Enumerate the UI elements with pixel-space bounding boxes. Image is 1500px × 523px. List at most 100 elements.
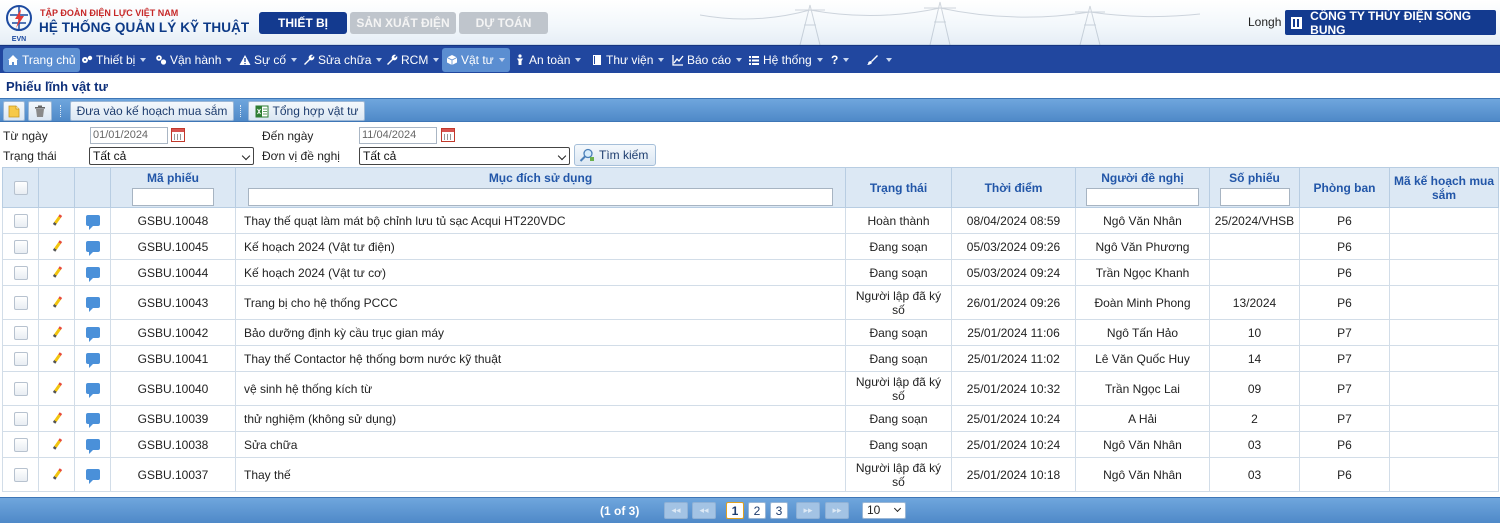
last-page-button[interactable]: ▸▸	[825, 502, 849, 519]
requester-column-label: Người đề nghị	[1101, 171, 1184, 185]
number-cell: 14	[1209, 345, 1300, 372]
comment-icon[interactable]	[85, 215, 100, 230]
pencil-icon[interactable]	[51, 267, 63, 279]
evn-logo-icon: EVN	[6, 5, 32, 43]
menu-thu-vien[interactable]: Thư viện	[587, 48, 668, 72]
table-row[interactable]: GSBU.10039 thử nghiệm (không sử dụng) Đang…	[2, 405, 1499, 432]
calendar-icon[interactable]	[171, 128, 185, 142]
pencil-icon[interactable]	[51, 439, 63, 451]
dept-column-header[interactable]: Phòng ban	[1299, 167, 1390, 208]
chevron-down-icon	[886, 58, 892, 62]
table-row[interactable]: GSBU.10037 Thay thế Người lập đã ký số 25/0…	[2, 457, 1499, 492]
menu-bao-cao[interactable]: Báo cáo	[668, 48, 746, 72]
menu-he-thong[interactable]: Hệ thống	[744, 48, 827, 72]
next-page-button[interactable]: ▸▸	[796, 502, 820, 519]
requester-cell: Lê Văn Quốc Huy	[1075, 345, 1210, 372]
row-checkbox[interactable]	[13, 265, 28, 280]
pencil-icon[interactable]	[51, 469, 63, 481]
table-row[interactable]: GSBU.10042 Bảo dưỡng định kỳ cầu trục gia…	[2, 319, 1499, 346]
table-row[interactable]: GSBU.10038 Sửa chữa Đang soạn 25/01/2024 10…	[2, 431, 1499, 458]
row-edit-cell	[38, 233, 75, 260]
company-selector[interactable]: CÔNG TY THỦY ĐIỆN SÔNG BUNG	[1285, 9, 1496, 37]
material-summary-button[interactable]: Tổng hợp vật tư	[248, 101, 365, 121]
comment-icon[interactable]	[85, 413, 100, 428]
menu-an-toan[interactable]: An toàn	[510, 48, 585, 72]
table-row[interactable]: GSBU.10048 Thay thế quạt làm mát bộ chỉnh…	[2, 207, 1499, 234]
pencil-icon[interactable]	[51, 353, 63, 365]
pencil-icon[interactable]	[51, 383, 63, 395]
comment-icon[interactable]	[85, 327, 100, 342]
search-button[interactable]: Tìm kiếm	[574, 144, 656, 166]
menu-theme[interactable]	[862, 48, 896, 72]
table-row[interactable]: GSBU.10044 Kế hoạch 2024 (Vật tư cơ) Đang …	[2, 259, 1499, 286]
first-page-button[interactable]: ◂◂	[664, 502, 688, 519]
prev-page-button[interactable]: ◂◂	[692, 502, 716, 519]
request-unit-select[interactable]: Tất cả	[359, 147, 570, 165]
row-checkbox[interactable]	[13, 325, 28, 340]
menu-vat-tu[interactable]: Vật tư	[442, 48, 510, 72]
toolbar-separator	[60, 105, 62, 117]
action-toolbar: Đưa vào kế hoạch mua sắm Tổng hợp vật tư	[0, 98, 1500, 122]
menu-rcm[interactable]: RCM	[382, 48, 443, 72]
table-row[interactable]: GSBU.10045 Kế hoạch 2024 (Vật tư điện) Đan…	[2, 233, 1499, 260]
tab-du-toan[interactable]: DỰ TOÁN	[459, 12, 548, 34]
purchase-plan-button[interactable]: Đưa vào kế hoạch mua sắm	[70, 101, 234, 121]
page-size-select[interactable]: 10	[862, 502, 906, 519]
table-row[interactable]: GSBU.10040 vệ sinh hệ thống kích từ Người …	[2, 371, 1499, 406]
page-3-button[interactable]: 3	[770, 502, 788, 519]
menu-sua-chua[interactable]: Sửa chữa	[299, 48, 386, 72]
row-checkbox[interactable]	[13, 213, 28, 228]
code-cell: GSBU.10040	[110, 371, 236, 406]
dept-cell: P6	[1299, 259, 1390, 286]
select-all-checkbox[interactable]	[13, 180, 28, 195]
from-date-input[interactable]: 01/01/2024	[90, 127, 168, 144]
pencil-icon[interactable]	[51, 413, 63, 425]
comment-icon[interactable]	[85, 439, 100, 454]
purpose-filter-input[interactable]	[248, 188, 833, 206]
to-date-input[interactable]: 11/04/2024	[359, 127, 437, 144]
table-row[interactable]: GSBU.10041 Thay thế Contactor hệ thống bơ…	[2, 345, 1499, 372]
row-checkbox[interactable]	[13, 437, 28, 452]
row-checkbox[interactable]	[13, 351, 28, 366]
number-cell: 03	[1209, 457, 1300, 492]
code-filter-input[interactable]	[132, 188, 214, 206]
status-select[interactable]: Tất cả	[89, 147, 254, 165]
comment-icon[interactable]	[85, 383, 100, 398]
user-name[interactable]: Longh	[1248, 15, 1281, 29]
number-column-header: Số phiếu	[1209, 167, 1300, 208]
delete-button[interactable]	[28, 101, 52, 121]
row-checkbox[interactable]	[13, 467, 28, 482]
pencil-icon[interactable]	[51, 327, 63, 339]
number-cell: 03	[1209, 431, 1300, 458]
row-checkbox[interactable]	[13, 239, 28, 254]
menu-help[interactable]: ?	[827, 48, 853, 72]
page-2-button[interactable]: 2	[748, 502, 766, 519]
menu-su-co[interactable]: Sự cố	[235, 48, 301, 72]
pencil-icon[interactable]	[51, 241, 63, 253]
comment-icon[interactable]	[85, 353, 100, 368]
tab-san-xuat-dien[interactable]: SẢN XUẤT ĐIỆN	[350, 12, 456, 34]
code-column-label: Mã phiếu	[146, 171, 199, 185]
plan-column-header[interactable]: Mã kế hoạch mua sắm	[1389, 167, 1499, 208]
status-column-header[interactable]: Trạng thái	[845, 167, 952, 208]
comment-icon[interactable]	[85, 241, 100, 256]
page-1-button[interactable]: 1	[726, 502, 744, 519]
comment-icon[interactable]	[85, 267, 100, 282]
menu-thiet-bi[interactable]: Thiết bị	[77, 48, 150, 72]
menu-trang-chu[interactable]: Trang chủ	[3, 48, 80, 72]
row-checkbox[interactable]	[13, 295, 28, 310]
new-button[interactable]	[3, 101, 25, 121]
table-row[interactable]: GSBU.10043 Trang bị cho hệ thống PCCC Ngườ…	[2, 285, 1499, 320]
tab-thiet-bi[interactable]: THIẾT BỊ	[259, 12, 347, 34]
row-checkbox[interactable]	[13, 411, 28, 426]
row-checkbox[interactable]	[13, 381, 28, 396]
time-column-header[interactable]: Thời điểm	[951, 167, 1076, 208]
calendar-icon[interactable]	[441, 128, 455, 142]
comment-icon[interactable]	[85, 469, 100, 484]
menu-van-hanh[interactable]: Vận hành	[151, 48, 236, 72]
number-filter-input[interactable]	[1219, 188, 1290, 206]
pencil-icon[interactable]	[51, 297, 63, 309]
pencil-icon[interactable]	[51, 215, 63, 227]
comment-icon[interactable]	[85, 297, 100, 312]
requester-filter-input[interactable]	[1086, 188, 1199, 206]
